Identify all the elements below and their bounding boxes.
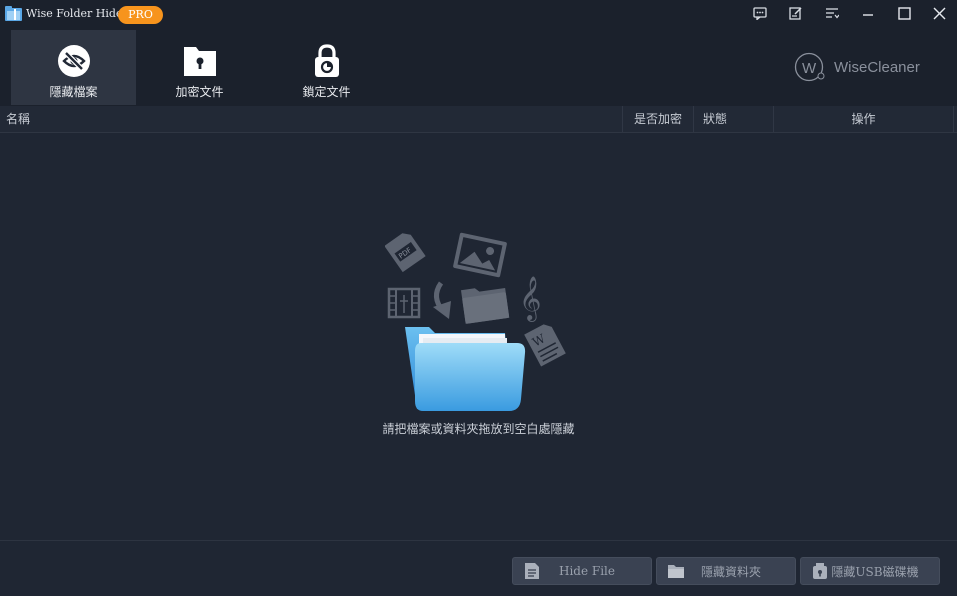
document-icon: W	[524, 324, 566, 367]
footer-bar: Hide File 隱藏資料夾 隱藏USB磁碟機	[0, 540, 957, 596]
close-icon[interactable]	[929, 4, 949, 22]
hide-folder-button[interactable]: 隱藏資料夾	[656, 557, 796, 585]
tab-encrypt-files[interactable]: 加密文件	[137, 30, 262, 105]
app-logo-icon	[5, 6, 22, 21]
tab-encrypt-files-label: 加密文件	[175, 85, 224, 99]
hide-usb-label: 隱藏USB磁碟機	[831, 564, 919, 579]
drop-illustration: PDF 𝄞 W	[385, 232, 566, 411]
column-actions[interactable]: 操作	[773, 106, 953, 132]
arrow-down-icon	[433, 281, 451, 319]
hide-file-button[interactable]: Hide File	[512, 557, 652, 585]
padlock-icon	[314, 44, 339, 77]
tab-hide-files-label: 隱藏檔案	[49, 85, 98, 99]
hide-folder-label: 隱藏資料夾	[700, 564, 761, 579]
feedback-icon[interactable]	[750, 4, 770, 22]
brand-name: WiseCleaner	[834, 58, 920, 76]
column-name[interactable]: 名稱	[0, 106, 622, 132]
hide-file-label: Hide File	[558, 564, 615, 578]
svg-text:W: W	[802, 60, 817, 77]
pdf-icon: PDF	[385, 233, 426, 273]
minimize-icon[interactable]	[858, 4, 878, 22]
maximize-icon[interactable]	[894, 4, 914, 22]
usb-lock-icon	[813, 563, 827, 579]
menu-icon[interactable]	[822, 4, 842, 22]
file-list-header: 名稱 是否加密 狀態 操作	[0, 106, 957, 133]
title-bar: Wise Folder Hider PRO	[0, 0, 957, 28]
open-folder-icon	[405, 327, 526, 411]
music-icon: 𝄞	[519, 276, 541, 322]
column-spacer	[953, 106, 957, 132]
svg-text:𝄞: 𝄞	[519, 276, 541, 322]
column-status[interactable]: 狀態	[693, 106, 773, 132]
tab-lock-files[interactable]: 鎖定文件	[264, 30, 389, 105]
edit-note-icon[interactable]	[786, 4, 806, 22]
pro-badge[interactable]: PRO	[118, 6, 163, 24]
tab-lock-files-label: 鎖定文件	[302, 85, 351, 99]
tab-hide-files[interactable]: 隱藏檔案	[11, 30, 136, 105]
folder-icon	[668, 565, 684, 578]
main-toolbar: 隱藏檔案 加密文件 鎖定文件 W WiseCleaner	[0, 28, 957, 106]
small-folder-icon	[460, 288, 510, 324]
locked-file-icon	[183, 47, 216, 76]
app-title: Wise Folder Hider	[26, 7, 128, 20]
film-icon	[387, 287, 421, 319]
image-icon	[453, 232, 507, 278]
eye-slash-icon	[57, 45, 90, 77]
drop-zone[interactable]: PDF 𝄞 W 請把檔案或資料夾拖放到空白處隱藏	[0, 133, 957, 540]
hide-usb-button[interactable]: 隱藏USB磁碟機	[800, 557, 940, 585]
wisecleaner-icon: W	[794, 52, 825, 82]
wisecleaner-logo[interactable]: W WiseCleaner	[794, 52, 920, 82]
drop-hint-text: 請把檔案或資料夾拖放到空白處隱藏	[382, 422, 575, 436]
column-encrypted[interactable]: 是否加密	[622, 106, 693, 132]
file-icon	[525, 563, 539, 579]
